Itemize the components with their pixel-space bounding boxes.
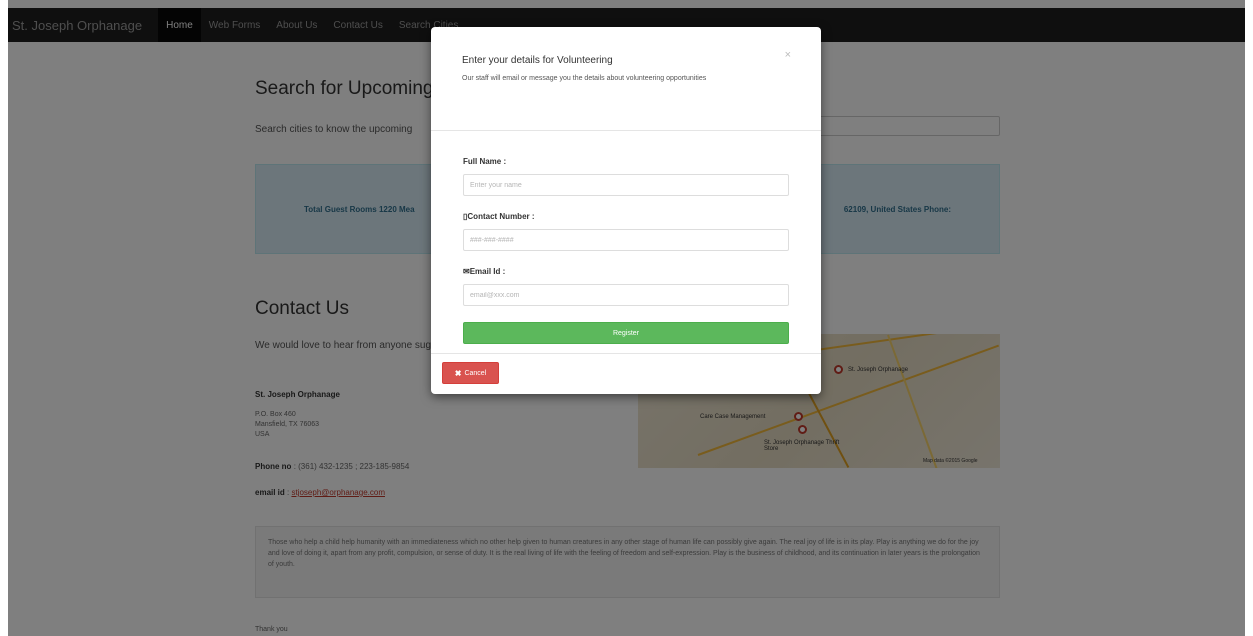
page-edge-left bbox=[0, 0, 8, 636]
envelope-icon: ✉ bbox=[463, 267, 470, 276]
email-id-label: ✉Email Id : bbox=[463, 267, 789, 276]
modal-footer-divider bbox=[431, 353, 821, 354]
contact-number-input[interactable] bbox=[463, 229, 789, 251]
email-id-label-text: Email Id : bbox=[469, 267, 506, 276]
cancel-x-icon: ✖ bbox=[454, 368, 462, 378]
register-button[interactable]: Register bbox=[463, 322, 789, 344]
contact-number-label-text: Contact Number : bbox=[467, 212, 535, 221]
contact-number-label: ▯Contact Number : bbox=[463, 212, 789, 221]
full-name-label: Full Name : bbox=[463, 157, 507, 166]
cancel-label: Cancel bbox=[464, 369, 487, 377]
modal-header: Enter your details for Volunteering Our … bbox=[431, 27, 821, 131]
modal-body: Full Name : ▯Contact Number : ✉Email Id … bbox=[463, 157, 789, 344]
modal-subtitle: Our staff will email or message you the … bbox=[462, 75, 707, 82]
email-id-input[interactable] bbox=[463, 284, 789, 306]
full-name-input[interactable] bbox=[463, 174, 789, 196]
page-edge-right bbox=[1245, 0, 1253, 636]
modal-title: Enter your details for Volunteering bbox=[462, 55, 613, 66]
cancel-button[interactable]: ✖ Cancel bbox=[442, 362, 499, 384]
volunteer-modal: Enter your details for Volunteering Our … bbox=[431, 27, 821, 394]
close-icon[interactable]: × bbox=[785, 49, 791, 61]
